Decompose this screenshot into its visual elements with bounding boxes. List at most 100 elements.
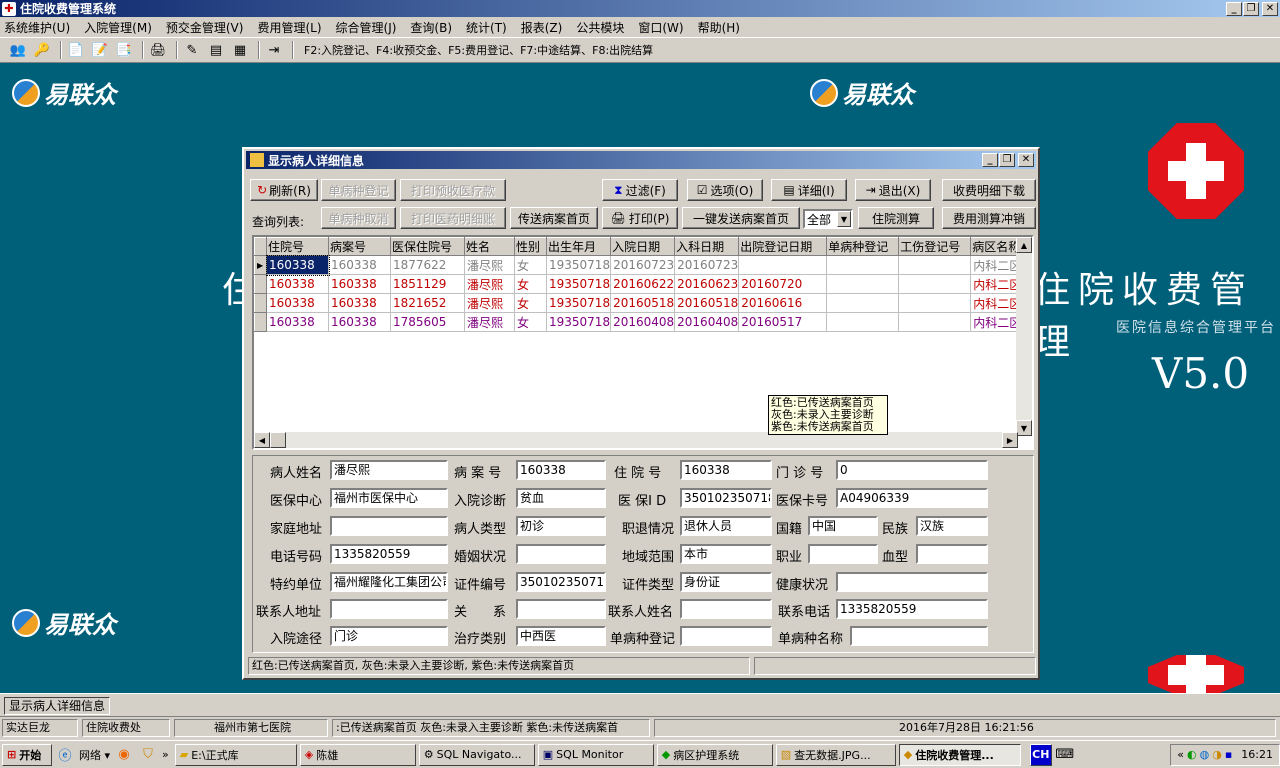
- contact-address-field[interactable]: [330, 599, 448, 619]
- task-image-viewer[interactable]: ▧ 查无数据.JPG...: [775, 743, 896, 766]
- form-icon[interactable]: ▤: [206, 41, 226, 59]
- send-case-first-page-button[interactable]: 传送病案首页: [510, 207, 598, 229]
- menu-fees[interactable]: 费用管理(L): [257, 19, 321, 36]
- users-icon[interactable]: 👥: [8, 41, 28, 59]
- table-cell[interactable]: 160338: [328, 274, 391, 294]
- menu-system[interactable]: 系统维护(U): [4, 19, 70, 36]
- patient-type-field[interactable]: 初诊: [516, 516, 606, 536]
- task-ward-nursing[interactable]: ◆ 病区护理系统: [656, 743, 773, 766]
- column-header[interactable]: 单病种登记: [826, 237, 900, 256]
- print-prepay-button[interactable]: 打印预收医疗款: [400, 179, 506, 201]
- table-cell[interactable]: 20160517: [738, 312, 828, 332]
- menu-prepay[interactable]: 预交金管理(V): [166, 19, 244, 36]
- column-header[interactable]: 出生年月: [545, 237, 612, 256]
- outpatient-no-field[interactable]: 0: [836, 460, 988, 480]
- table-cell[interactable]: [826, 274, 900, 294]
- table-row[interactable]: 160338 160338 1785605 潘尽熙女 19350718 20160408 2…: [254, 312, 1030, 332]
- table-cell[interactable]: [898, 274, 972, 294]
- dialog-minimize-button[interactable]: _: [982, 153, 998, 167]
- keyboard-icon[interactable]: ⌨: [1055, 746, 1075, 764]
- table-cell[interactable]: 20160622: [610, 274, 676, 294]
- dialog-restore-button[interactable]: ❐: [999, 153, 1015, 167]
- table-cell[interactable]: 女: [514, 274, 547, 294]
- start-button[interactable]: ⊞ 开始: [2, 743, 52, 766]
- table-cell[interactable]: [898, 255, 972, 275]
- table-cell[interactable]: 160338: [328, 312, 391, 332]
- tray-display-icon[interactable]: ▪: [1225, 748, 1232, 761]
- edit-icon[interactable]: 📝: [90, 41, 110, 59]
- document-icon[interactable]: 📄: [66, 41, 86, 59]
- print-med-detail-button[interactable]: 打印医药明细账: [400, 207, 506, 229]
- table-cell[interactable]: 160338: [266, 293, 329, 313]
- menu-common[interactable]: 公共模块: [576, 19, 624, 36]
- cert-type-field[interactable]: 身份证: [680, 572, 772, 592]
- table-cell[interactable]: 160338: [328, 255, 391, 275]
- table-cell[interactable]: 19350718: [546, 274, 612, 294]
- one-key-send-button[interactable]: 一键发送病案首页: [682, 207, 800, 229]
- cert-no-field[interactable]: 350102350718020: [516, 572, 606, 592]
- print-button[interactable]: 🖨 打印(P): [602, 207, 678, 229]
- calculator-icon[interactable]: ▦: [230, 41, 250, 59]
- exit-button[interactable]: ⇥ 退出(X): [855, 179, 931, 201]
- printer-icon[interactable]: 🖨: [148, 41, 168, 59]
- table-row[interactable]: 160338 160338 1821652 潘尽熙女 19350718 20160518 2…: [254, 293, 1030, 313]
- table-cell[interactable]: 1785605: [390, 312, 465, 332]
- table-cell[interactable]: 20160518: [610, 293, 676, 313]
- insurance-center-field[interactable]: 福州市医保中心: [330, 488, 448, 508]
- grid-vertical-scrollbar[interactable]: ▲ ▼: [1016, 237, 1032, 436]
- task-sql-navigator[interactable]: ⚙ SQL Navigato...: [418, 743, 535, 766]
- row-indicator[interactable]: ▶: [254, 255, 267, 275]
- options-button[interactable]: ☑ 选项(O): [687, 179, 763, 201]
- occupation-field[interactable]: [808, 544, 878, 564]
- table-cell[interactable]: 19350718: [546, 255, 612, 275]
- task-inpatient-billing[interactable]: ◆ 住院收费管理...: [898, 743, 1021, 766]
- ie-icon[interactable]: ⓔ: [55, 746, 75, 764]
- table-cell[interactable]: [826, 293, 900, 313]
- task-chat[interactable]: ◈ 陈雄: [299, 743, 416, 766]
- inpatient-calc-button[interactable]: 住院测算: [858, 207, 934, 229]
- row-indicator[interactable]: [254, 293, 267, 313]
- task-folder[interactable]: ▰ E:\正式库: [174, 743, 297, 766]
- menu-stats[interactable]: 统计(T): [466, 19, 507, 36]
- table-cell[interactable]: 20160623: [674, 274, 740, 294]
- admit-diagnosis-field[interactable]: 贫血: [516, 488, 606, 508]
- filter-button[interactable]: ⧗ 过滤(F): [602, 179, 678, 201]
- table-cell[interactable]: 潘尽熙: [464, 274, 515, 294]
- menu-window[interactable]: 窗口(W): [638, 19, 683, 36]
- row-indicator[interactable]: [254, 274, 267, 294]
- table-cell[interactable]: 160338: [265, 254, 330, 276]
- table-cell[interactable]: 160338: [328, 293, 391, 313]
- table-cell[interactable]: [826, 312, 900, 332]
- ime-indicator[interactable]: CH: [1029, 743, 1052, 766]
- table-cell[interactable]: 19350718: [546, 293, 612, 313]
- exit-door-icon[interactable]: ⇥: [264, 41, 284, 59]
- table-cell[interactable]: [738, 255, 828, 275]
- scroll-thumb[interactable]: [270, 432, 286, 448]
- grid-horizontal-scrollbar[interactable]: ◀ ▶: [254, 432, 1018, 448]
- admit-route-field[interactable]: 门诊: [330, 626, 448, 646]
- inpatient-no-field[interactable]: 160338: [680, 460, 772, 480]
- table-cell[interactable]: 20160408: [674, 312, 740, 332]
- column-header[interactable]: 病案号: [328, 237, 391, 256]
- table-cell[interactable]: 潘尽熙: [464, 255, 515, 275]
- table-cell[interactable]: 潘尽熙: [464, 293, 515, 313]
- scroll-up-icon[interactable]: ▲: [1016, 237, 1032, 253]
- stamp-icon[interactable]: ✎: [182, 41, 202, 59]
- download-fee-detail-button[interactable]: 收费明细下载: [942, 179, 1036, 201]
- single-disease-register-button[interactable]: 单病种登记: [321, 179, 396, 201]
- single-disease-register-field[interactable]: [680, 626, 772, 646]
- patient-name-field[interactable]: 潘尽熙: [330, 460, 448, 480]
- detail-button[interactable]: ▤ 详细(I): [771, 179, 847, 201]
- window-tab-patient-detail[interactable]: 显示病人详细信息: [4, 697, 111, 715]
- table-cell[interactable]: 20160408: [610, 312, 676, 332]
- phone-field[interactable]: 1335820559: [330, 544, 448, 564]
- network-toolbar[interactable]: 网络 ▾: [79, 747, 110, 763]
- table-cell[interactable]: 1851129: [390, 274, 465, 294]
- table-cell[interactable]: 20160518: [674, 293, 740, 313]
- address-field[interactable]: [330, 516, 448, 536]
- table-cell[interactable]: 1821652: [390, 293, 465, 313]
- column-header[interactable]: 入科日期: [674, 237, 740, 256]
- contact-name-field[interactable]: [680, 599, 772, 619]
- relation-field[interactable]: [516, 599, 606, 619]
- table-cell[interactable]: [898, 312, 972, 332]
